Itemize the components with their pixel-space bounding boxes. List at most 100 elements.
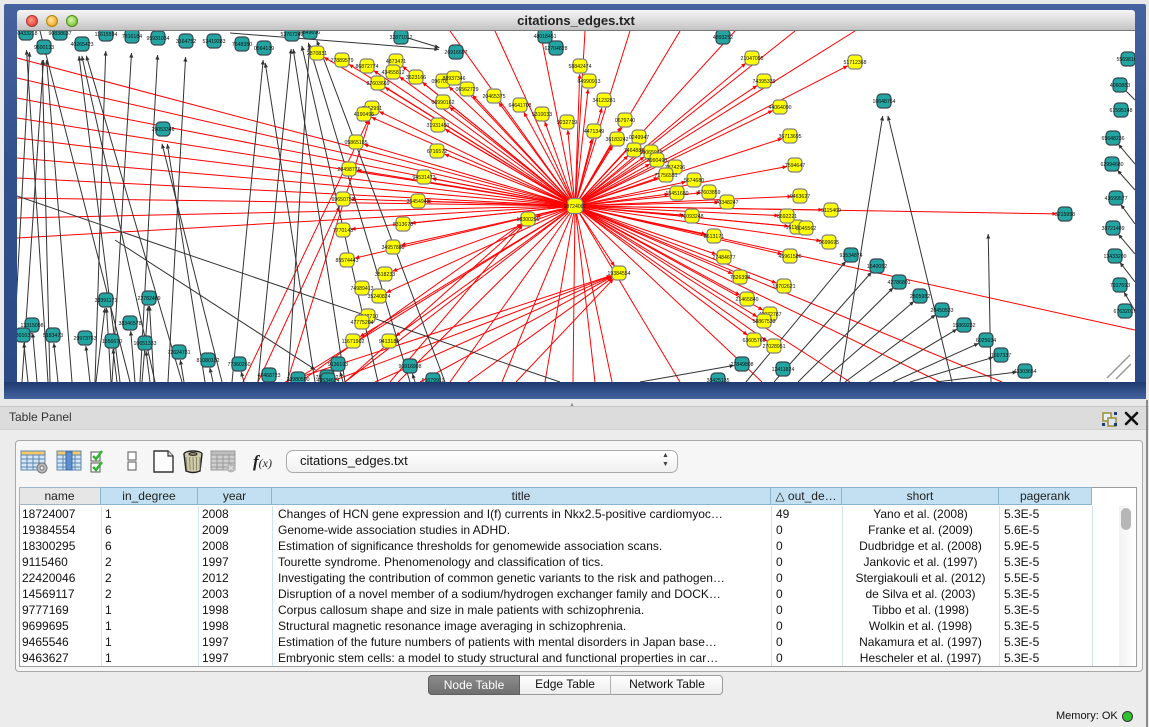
svg-text:4060883: 4060883: [1110, 83, 1130, 89]
svg-text:8692221: 8692221: [777, 214, 797, 220]
svg-text:74989413: 74989413: [350, 286, 373, 292]
svg-text:67632016: 67632016: [1113, 309, 1135, 315]
svg-text:9301031: 9301031: [17, 333, 33, 339]
svg-text:65648236: 65648236: [1101, 136, 1124, 142]
svg-text:47775204: 47775204: [350, 320, 373, 326]
svg-text:90916998: 90916998: [398, 364, 421, 370]
svg-text:5183473: 5183473: [43, 333, 63, 339]
svg-text:1607337: 1607337: [991, 353, 1011, 359]
svg-text:1656670: 1656670: [102, 339, 122, 345]
svg-text:12411824: 12411824: [772, 367, 795, 373]
svg-text:7594647: 7594647: [785, 163, 805, 169]
svg-text:26916697: 26916697: [444, 50, 467, 56]
svg-text:70348247: 70348247: [715, 200, 738, 206]
svg-text:5310033: 5310033: [532, 112, 552, 118]
svg-text:15869232: 15869232: [952, 323, 975, 329]
svg-text:27484677: 27484677: [712, 255, 735, 261]
svg-text:3215958: 3215958: [1055, 212, 1075, 218]
svg-text:18702621: 18702621: [772, 284, 795, 290]
svg-text:20450533: 20450533: [930, 308, 953, 314]
svg-text:61595148: 61595148: [1109, 108, 1132, 114]
svg-text:7770143: 7770143: [333, 228, 353, 234]
svg-text:29053346: 29053346: [151, 127, 174, 133]
svg-text:72624731: 72624731: [167, 350, 190, 356]
svg-text:0249947: 0249947: [629, 135, 649, 141]
svg-text:8849696: 8849696: [300, 31, 320, 36]
svg-text:62994680: 62994680: [1100, 162, 1123, 168]
svg-text:71093248: 71093248: [680, 214, 703, 220]
svg-text:9600133: 9600133: [34, 45, 54, 51]
svg-text:94531473: 94531473: [412, 175, 435, 181]
svg-text:9699695: 9699695: [819, 240, 839, 246]
svg-text:4190496: 4190496: [354, 112, 374, 118]
svg-text:16648754: 16648754: [872, 99, 895, 105]
svg-text:7816184: 7816184: [122, 34, 142, 40]
svg-text:29973763: 29973763: [73, 336, 96, 342]
svg-text:7826398: 7826398: [730, 275, 750, 281]
svg-text:11615594: 11615594: [95, 32, 118, 38]
svg-text:58867533: 58867533: [752, 319, 775, 325]
svg-text:1640052: 1640052: [867, 264, 887, 270]
svg-text:4471349: 4471349: [584, 129, 604, 135]
svg-text:9413186: 9413186: [379, 339, 399, 345]
svg-text:88937346: 88937346: [442, 76, 465, 82]
svg-text:8313678: 8313678: [393, 222, 413, 228]
svg-text:3518233: 3518233: [375, 272, 395, 278]
svg-text:38425135: 38425135: [706, 378, 729, 382]
svg-text:27028951: 27028951: [762, 344, 785, 350]
svg-text:62704828: 62704828: [544, 46, 567, 52]
svg-text:2805982: 2805982: [910, 294, 930, 300]
svg-text:55698169: 55698169: [1116, 57, 1135, 63]
svg-text:48018451: 48018451: [533, 34, 556, 40]
svg-text:34957885: 34957885: [381, 245, 404, 251]
svg-text:13433200: 13433200: [1103, 254, 1126, 260]
svg-text:85574443: 85574443: [335, 258, 358, 264]
svg-text:42786801: 42786801: [887, 280, 910, 286]
svg-text:30391171: 30391171: [95, 298, 118, 304]
svg-text:06562729: 06562729: [455, 87, 478, 93]
svg-text:38721489: 38721489: [1101, 226, 1124, 232]
svg-text:71756551: 71756551: [654, 173, 677, 179]
svg-text:40265423: 40265423: [70, 42, 93, 48]
svg-text:27849808: 27849808: [730, 362, 753, 368]
svg-text:7917693: 7917693: [1110, 283, 1130, 289]
svg-text:53419283: 53419283: [202, 39, 225, 45]
svg-text:11671902: 11671902: [342, 339, 365, 345]
svg-text:36713695: 36713695: [778, 134, 801, 140]
svg-text:22782489: 22782489: [137, 296, 160, 302]
svg-text:8613171: 8613171: [704, 234, 724, 240]
svg-text:9463627: 9463627: [790, 194, 810, 200]
svg-text:06990162: 06990162: [431, 100, 454, 106]
svg-text:20465375: 20465375: [482, 94, 505, 100]
svg-text:95931034: 95931034: [146, 36, 169, 42]
svg-text:43699577: 43699577: [1104, 196, 1127, 202]
svg-text:64990913: 64990913: [577, 79, 600, 85]
svg-text:0564139: 0564139: [254, 46, 274, 52]
svg-text:86872774: 86872774: [355, 64, 378, 70]
svg-text:31931491: 31931491: [426, 123, 449, 129]
svg-text:9136193: 9136193: [328, 362, 348, 368]
svg-text:0679740: 0679740: [615, 118, 635, 124]
svg-text:93534874: 93534874: [839, 253, 862, 259]
svg-text:3990490: 3990490: [647, 158, 667, 164]
svg-text:43534624: 43534624: [316, 378, 339, 382]
svg-text:5674680: 5674680: [684, 178, 704, 184]
svg-text:30980500: 30980500: [286, 377, 309, 382]
svg-text:87603669: 87603669: [366, 81, 389, 87]
svg-text:6025634: 6025634: [976, 338, 996, 344]
svg-text:35454948: 35454948: [406, 199, 429, 205]
svg-text:2870831: 2870831: [307, 51, 327, 57]
svg-text:43455812: 43455812: [381, 70, 404, 76]
svg-text:9115460: 9115460: [821, 208, 841, 214]
svg-text:34123281: 34123281: [592, 98, 615, 104]
svg-text:77360260: 77360260: [227, 362, 250, 368]
svg-text:4893252: 4893252: [713, 35, 733, 41]
svg-text:3623166: 3623166: [406, 75, 426, 81]
svg-text:51079911: 51079911: [422, 378, 445, 382]
svg-text:7648350: 7648350: [232, 42, 252, 48]
svg-text:51712368: 51712368: [843, 60, 866, 66]
svg-text:05865185: 05865185: [344, 140, 367, 146]
svg-text:64641708: 64641708: [508, 103, 531, 109]
svg-text:15451680: 15451680: [665, 191, 688, 197]
svg-text:36183242: 36183242: [605, 137, 628, 143]
